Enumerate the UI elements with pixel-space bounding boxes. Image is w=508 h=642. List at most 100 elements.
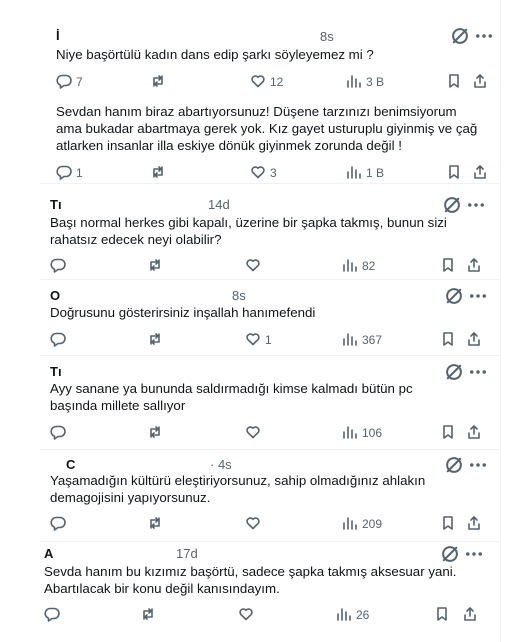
- reply-item[interactable]: Sevdan hanım biraz abartıyorsunuz! Düşen…: [0, 92, 500, 184]
- reply-item[interactable]: İ 8s Niye başörtülü kadın dans edip şark…: [0, 0, 500, 92]
- more-icon[interactable]: [468, 362, 488, 382]
- bookmark-icon: [440, 331, 456, 350]
- reply-button[interactable]: 1: [56, 163, 83, 183]
- repost-button[interactable]: [147, 423, 167, 443]
- like-icon: [245, 424, 261, 443]
- author-name[interactable]: O: [50, 288, 60, 303]
- reply-button[interactable]: [44, 605, 64, 625]
- bookmark-button[interactable]: [446, 163, 462, 183]
- share-button[interactable]: [466, 330, 482, 350]
- like-button[interactable]: 12: [250, 72, 283, 92]
- timestamp[interactable]: 8s: [232, 288, 246, 303]
- bookmark-button[interactable]: [446, 72, 462, 92]
- reply-text: Doğrusunu gösterirsiniz inşallah hanımef…: [50, 305, 316, 320]
- reply-item[interactable]: C · 4s Yaşamadığın kültürü eleştiriyorsu…: [0, 450, 500, 542]
- views-button[interactable]: 209: [342, 514, 382, 534]
- repost-icon: [140, 606, 156, 625]
- repost-icon: [150, 73, 166, 92]
- grok-icon[interactable]: [440, 544, 460, 564]
- like-button[interactable]: [245, 423, 265, 443]
- bookmark-icon: [434, 606, 450, 625]
- like-button[interactable]: [245, 514, 265, 534]
- grok-icon[interactable]: [444, 286, 464, 306]
- share-icon: [466, 515, 482, 534]
- reply-item[interactable]: A 17d Sevda hanım bu kızımız başörtü, sa…: [0, 542, 500, 642]
- like-icon: [250, 164, 266, 183]
- like-icon: [245, 331, 261, 350]
- grok-icon[interactable]: [444, 455, 464, 475]
- timestamp[interactable]: · 4s: [210, 457, 232, 472]
- bookmark-button[interactable]: [440, 423, 456, 443]
- grok-icon[interactable]: [450, 26, 470, 46]
- share-icon: [466, 331, 482, 350]
- grok-icon[interactable]: [444, 362, 464, 382]
- like-icon: [245, 515, 261, 534]
- repost-button[interactable]: [147, 330, 167, 350]
- share-button[interactable]: [462, 605, 478, 625]
- bookmark-icon: [440, 424, 456, 443]
- grok-icon[interactable]: [442, 195, 462, 215]
- reply-icon: [50, 257, 66, 276]
- share-button[interactable]: [472, 163, 488, 183]
- repost-button[interactable]: [150, 72, 170, 92]
- reply-icon: [50, 331, 66, 350]
- reply-icon: [50, 515, 66, 534]
- bookmark-button[interactable]: [440, 330, 456, 350]
- views-button[interactable]: 367: [342, 330, 382, 350]
- more-icon[interactable]: [466, 195, 486, 215]
- author-name[interactable]: İ: [56, 28, 60, 43]
- more-icon[interactable]: [474, 26, 494, 46]
- like-button[interactable]: 1: [245, 330, 272, 350]
- reply-item[interactable]: Tı 14d Başı normal herkes gibi kapalı, ü…: [0, 184, 500, 280]
- reply-button[interactable]: [50, 330, 70, 350]
- share-button[interactable]: [466, 514, 482, 534]
- reply-button[interactable]: 7: [56, 72, 83, 92]
- reply-button[interactable]: [50, 514, 70, 534]
- repost-icon: [147, 424, 163, 443]
- views-button[interactable]: 26: [336, 605, 369, 625]
- author-name[interactable]: C: [66, 457, 75, 472]
- views-count: 209: [362, 517, 383, 531]
- views-icon: [346, 164, 362, 183]
- bookmark-icon: [446, 164, 462, 183]
- like-button[interactable]: [245, 256, 265, 276]
- more-icon[interactable]: [464, 544, 484, 564]
- reply-icon: [44, 606, 60, 625]
- like-button[interactable]: 3: [250, 163, 277, 183]
- author-name[interactable]: A: [44, 546, 53, 561]
- like-button[interactable]: [238, 605, 258, 625]
- timestamp[interactable]: 14d: [208, 197, 230, 212]
- author-name[interactable]: Tı: [50, 364, 62, 379]
- repost-button[interactable]: [140, 605, 160, 625]
- reply-text: Başı normal herkes gibi kapalı, üzerine …: [50, 215, 447, 247]
- share-button[interactable]: [466, 256, 482, 276]
- bookmark-button[interactable]: [440, 256, 456, 276]
- views-button[interactable]: 3 B: [346, 72, 384, 92]
- bookmark-button[interactable]: [440, 514, 456, 534]
- share-button[interactable]: [472, 72, 488, 92]
- repost-button[interactable]: [147, 514, 167, 534]
- reply-icon: [56, 164, 72, 183]
- share-button[interactable]: [466, 423, 482, 443]
- repost-icon: [147, 257, 163, 276]
- share-icon: [472, 164, 488, 183]
- reply-button[interactable]: [50, 423, 70, 443]
- views-button[interactable]: 1 B: [346, 163, 384, 183]
- views-icon: [342, 515, 358, 534]
- bookmark-button[interactable]: [434, 605, 450, 625]
- views-button[interactable]: 106: [342, 423, 382, 443]
- like-count: 12: [270, 75, 284, 89]
- more-icon[interactable]: [468, 286, 488, 306]
- reply-item[interactable]: O 8s Doğrusunu gösterirsiniz inşallah ha…: [0, 280, 500, 356]
- timestamp[interactable]: 8s: [320, 29, 334, 44]
- reply-item[interactable]: Tı Ayy sanane ya bununda saldırmadığı ki…: [0, 356, 500, 450]
- views-button[interactable]: 82: [342, 256, 375, 276]
- like-icon: [250, 73, 266, 92]
- reply-button[interactable]: [50, 256, 70, 276]
- repost-icon: [150, 164, 166, 183]
- repost-button[interactable]: [147, 256, 167, 276]
- more-icon[interactable]: [468, 455, 488, 475]
- author-name[interactable]: Tı: [50, 197, 62, 212]
- repost-button[interactable]: [150, 163, 170, 183]
- timestamp[interactable]: 17d: [176, 546, 198, 561]
